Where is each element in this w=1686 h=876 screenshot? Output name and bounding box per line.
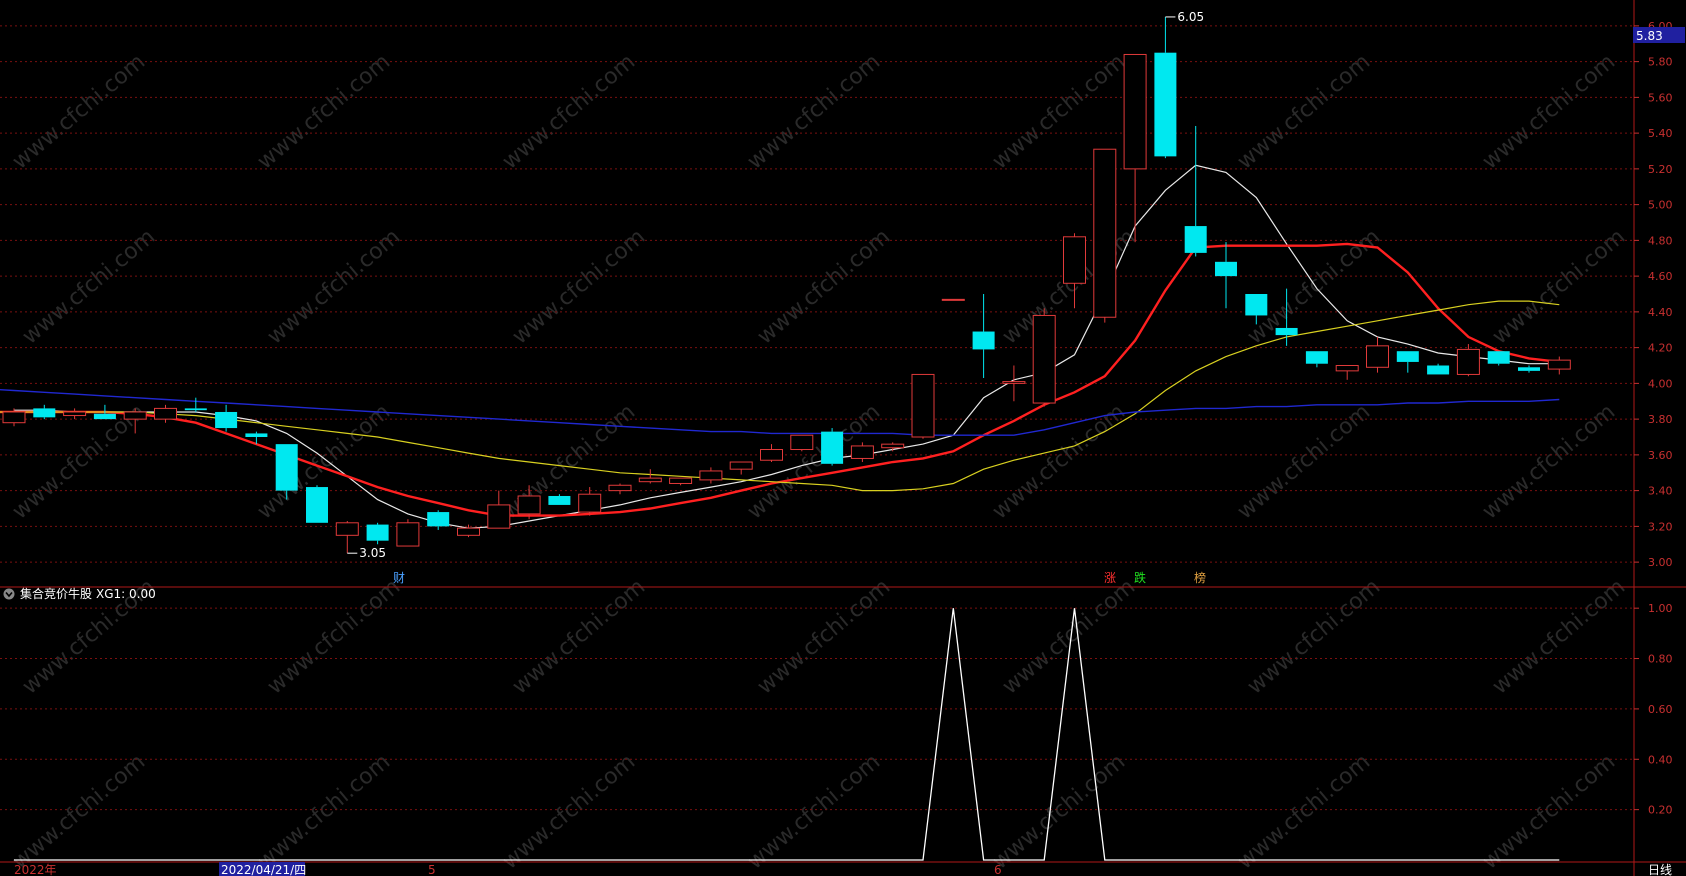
price-tick-label: 4.40	[1648, 306, 1673, 319]
price-tick-label: 5.80	[1648, 56, 1673, 69]
candle-body-down	[1305, 351, 1328, 364]
candle-body-down	[821, 431, 844, 464]
candle-body-up	[1366, 345, 1389, 368]
candle-body-up	[1093, 148, 1117, 318]
candle-body-down	[306, 487, 328, 523]
stock-chart[interactable]: www.cfchi.com www.cfchi.com www.cfchi.com w…	[0, 0, 1686, 876]
candle-body-up	[1547, 359, 1571, 370]
candle-body-up	[1123, 53, 1147, 170]
candle-body-up	[790, 434, 814, 451]
candle-body-down	[972, 331, 995, 350]
candle	[790, 434, 814, 452]
candle-body-up	[1002, 381, 1026, 384]
candle-body-up	[578, 493, 602, 513]
time-label-month-5: 5	[428, 863, 436, 876]
candle-body-up	[63, 411, 87, 417]
candle-body-up	[123, 411, 147, 420]
candle-body-down	[245, 433, 268, 437]
candle-body-up	[760, 449, 783, 461]
candle-body-down	[215, 411, 238, 429]
candle-body-up	[850, 445, 874, 459]
price-tick-label: 5.00	[1648, 199, 1673, 212]
candle	[1487, 351, 1510, 366]
candle-body-up	[608, 484, 632, 492]
indicator-tick-label: 0.40	[1648, 753, 1673, 766]
candle-body-up	[517, 495, 541, 515]
candle-body-up	[669, 477, 693, 484]
event-marker-finance[interactable]: 财	[393, 571, 405, 585]
price-tick-label: 4.80	[1648, 234, 1673, 247]
candle-body-down	[1184, 226, 1207, 253]
price-tick-label: 4.00	[1648, 377, 1673, 390]
low-price-annotation: 3.05	[359, 546, 386, 560]
price-tick-label: 5.40	[1648, 127, 1673, 140]
price-tick-label: 3.40	[1648, 485, 1673, 498]
candle-body-down	[427, 512, 450, 527]
current-price-label: 5.83	[1636, 29, 1663, 43]
indicator-tick-label: 0.60	[1648, 703, 1673, 716]
candle-body-up	[1335, 365, 1359, 372]
candle	[1032, 308, 1056, 407]
candle-body-down	[1154, 52, 1177, 157]
candle-body-up	[2, 411, 26, 424]
candle-body-down	[93, 413, 116, 420]
price-tick-label: 3.80	[1648, 413, 1673, 426]
candle-body-up	[1032, 314, 1056, 404]
event-marker-limit-down[interactable]: 跌	[1134, 570, 1146, 585]
high-price-annotation: 6.05	[1177, 10, 1204, 24]
candle-body-down	[1396, 351, 1419, 362]
price-tick-label: 4.60	[1648, 270, 1673, 283]
candle-body-down	[548, 495, 571, 505]
indicator-tick-label: 0.20	[1648, 804, 1673, 817]
indicator-title: 集合竞价牛股	[20, 586, 92, 601]
candle-body-up	[941, 298, 965, 301]
price-tick-label: 5.20	[1648, 163, 1673, 176]
candle-body-up	[881, 443, 905, 449]
candle-body-up	[1063, 236, 1086, 284]
candle-body-down	[1427, 365, 1450, 375]
candle-body-down	[1275, 327, 1298, 336]
price-tick-label: 4.20	[1648, 342, 1673, 355]
time-label-year: 2022年	[14, 863, 57, 876]
candle	[1093, 148, 1117, 323]
candle-body-down	[33, 408, 56, 418]
candle	[396, 519, 420, 547]
candle-body-up	[335, 522, 359, 536]
candle-body-up	[396, 522, 420, 547]
candle-body-up	[154, 407, 177, 420]
indicator-value: XG1: 0.00	[96, 587, 156, 601]
chevron-down-icon[interactable]	[3, 588, 15, 600]
price-tick-label: 3.00	[1648, 556, 1673, 569]
price-tick-label: 3.60	[1648, 449, 1673, 462]
candle	[911, 373, 935, 439]
candle-body-up	[638, 477, 662, 483]
candle-body-down	[366, 524, 389, 541]
event-marker-ranking[interactable]: 榜	[1194, 570, 1206, 585]
candle-body-down	[1245, 294, 1268, 316]
event-marker-limit-up[interactable]: 涨	[1104, 570, 1116, 585]
price-tick-label: 5.60	[1648, 91, 1673, 104]
candle-body-down	[275, 444, 298, 491]
candle-body-up	[699, 470, 723, 481]
time-label-month-6: 6	[994, 863, 1002, 876]
candle-body-up	[729, 461, 753, 470]
price-tick-label: 3.20	[1648, 520, 1673, 533]
indicator-tick-label: 1.00	[1648, 602, 1673, 615]
candle	[306, 485, 328, 523]
time-label-cursor-date: 2022/04/21/四	[221, 863, 306, 876]
period-label[interactable]: 日线	[1648, 863, 1672, 876]
candle-body-up	[1456, 348, 1480, 375]
candle-body-up	[487, 504, 511, 529]
candle-body-down	[1215, 261, 1237, 277]
candle	[941, 298, 965, 301]
candle-body-down	[1518, 367, 1540, 371]
candle-body-down	[1487, 351, 1510, 364]
indicator-tick-label: 0.80	[1648, 653, 1673, 666]
candle-body-down	[184, 408, 207, 411]
candle-body-up	[911, 373, 935, 438]
candle-body-up	[457, 527, 480, 536]
candle	[821, 428, 844, 466]
